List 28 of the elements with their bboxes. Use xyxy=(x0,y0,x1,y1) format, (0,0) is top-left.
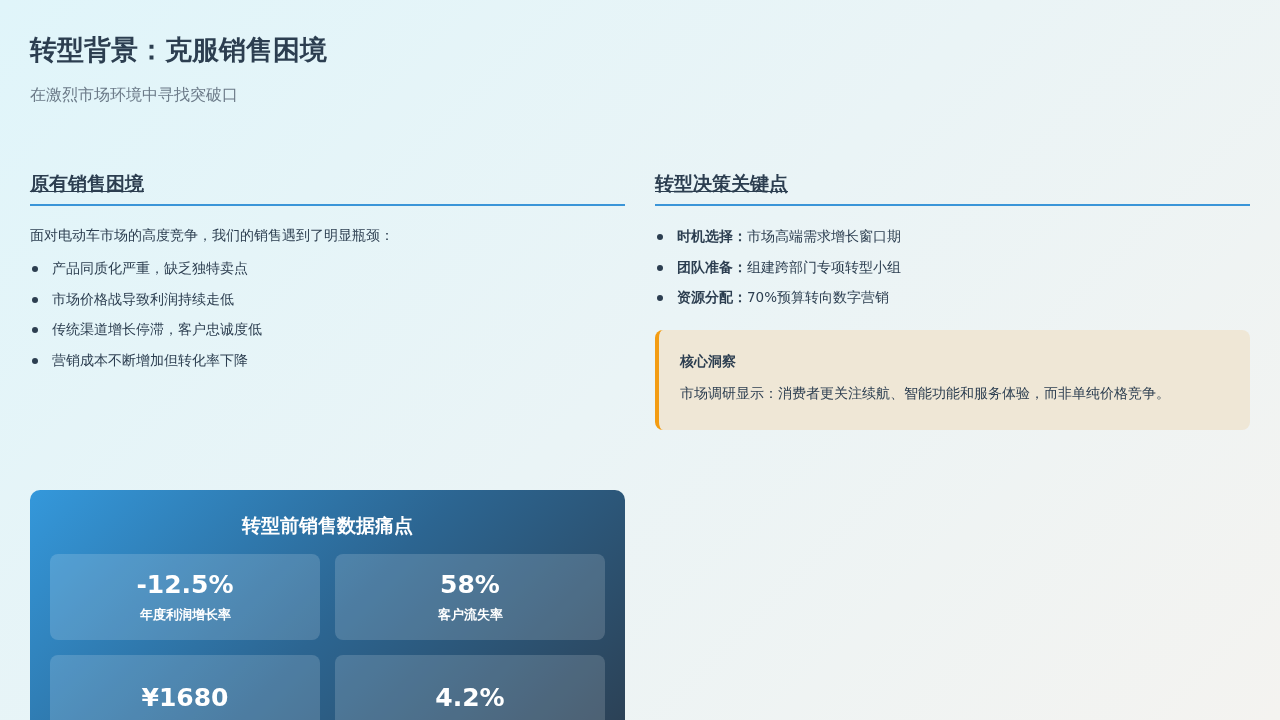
page-subtitle: 在激烈市场环境中寻找突破口 xyxy=(30,84,238,106)
list-item: 团队准备：组建跨部门专项转型小组 xyxy=(677,258,901,277)
stat-value: 58% xyxy=(440,568,500,601)
list-item: 市场价格战导致利润持续走低 xyxy=(52,290,234,309)
section-heading: 原有销售困境 xyxy=(30,170,625,206)
intro-text: 面对电动车市场的高度竞争，我们的销售遇到了明显瓶颈： xyxy=(30,226,395,245)
stat-label: 年度利润增长率 xyxy=(139,605,231,624)
stat-value: 4.2% xyxy=(435,681,505,714)
panel-title: 转型前销售数据痛点 xyxy=(240,512,414,538)
bullet-icon xyxy=(657,234,663,241)
bullet-icon xyxy=(32,296,38,303)
page-title: 转型背景：克服销售困境 xyxy=(30,33,327,67)
bullet-icon xyxy=(657,264,663,271)
stat-label: 客户流失率 xyxy=(437,605,503,624)
bullet-icon xyxy=(657,295,663,302)
list-item: 产品同质化严重，缺乏独特卖点 xyxy=(52,260,248,279)
insight-title: 核心洞察 xyxy=(680,351,737,371)
list-item: 时机选择：市场高端需求增长窗口期 xyxy=(677,228,901,247)
bullet-icon xyxy=(32,357,38,364)
list-item: 资源分配：70%预算转向数字营销 xyxy=(677,289,889,308)
bullet-icon xyxy=(32,266,38,273)
list-item: 传统渠道增长停滞，客户忠诚度低 xyxy=(52,321,262,340)
list-item: 营销成本不断增加但转化率下降 xyxy=(52,351,248,370)
bullet-icon xyxy=(32,327,38,334)
stat-value: -12.5% xyxy=(136,568,234,601)
insight-text: 市场调研显示：消费者更关注续航、智能功能和服务体验，而非单纯价格竞争。 xyxy=(680,383,1171,403)
stat-value: ¥1680 xyxy=(141,681,229,714)
section-heading: 转型决策关键点 xyxy=(655,170,1250,206)
